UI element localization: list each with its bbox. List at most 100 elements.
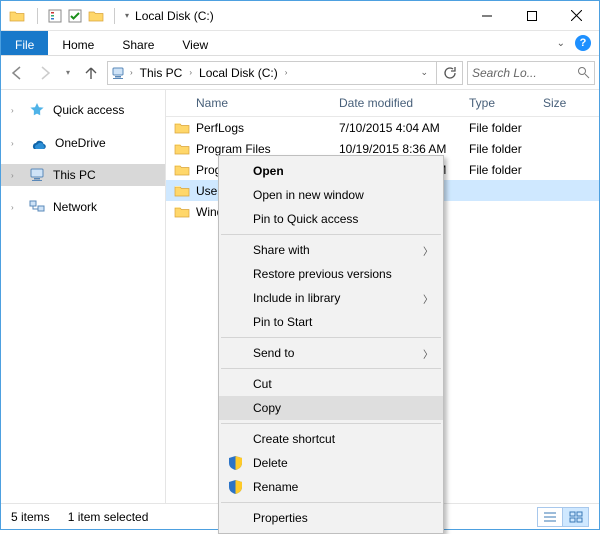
breadcrumb-root-icon[interactable]	[110, 66, 126, 80]
breadcrumb[interactable]: › This PC › Local Disk (C:) › ⌄	[107, 61, 463, 85]
context-menu-item[interactable]: Include in library〉	[219, 286, 443, 310]
maximize-button[interactable]	[509, 1, 554, 30]
column-date[interactable]: Date modified	[331, 90, 461, 116]
network-icon	[29, 200, 45, 214]
chevron-right-icon[interactable]: ›	[11, 139, 14, 148]
nav-label: Network	[53, 200, 97, 214]
nav-recent-dropdown[interactable]: ▾	[61, 61, 75, 85]
search-icon	[577, 66, 590, 79]
context-menu-label: Open	[253, 164, 284, 178]
file-type: File folder	[461, 121, 535, 135]
search-input[interactable]: Search Lo...	[467, 61, 595, 85]
nav-up-button[interactable]	[79, 61, 103, 85]
context-menu-item[interactable]: Restore previous versions	[219, 262, 443, 286]
folder-icon	[174, 142, 190, 155]
nav-label: Quick access	[53, 103, 124, 117]
folder-icon	[174, 205, 190, 218]
nav-back-button[interactable]	[5, 61, 29, 85]
context-menu-item[interactable]: Delete	[219, 451, 443, 475]
nav-onedrive[interactable]: › OneDrive	[1, 132, 165, 154]
nav-network[interactable]: › Network	[1, 196, 165, 218]
window-title: Local Disk (C:)	[129, 9, 464, 23]
tab-view[interactable]: View	[168, 31, 222, 55]
context-menu-label: Restore previous versions	[253, 267, 392, 281]
chevron-right-icon[interactable]: ›	[11, 106, 14, 115]
context-menu-item[interactable]: Rename	[219, 475, 443, 499]
context-menu-label: Pin to Start	[253, 315, 312, 329]
chevron-right-icon[interactable]: ›	[11, 171, 14, 180]
nav-forward-button[interactable]	[33, 61, 57, 85]
nav-label: This PC	[53, 168, 96, 182]
context-menu-separator	[221, 234, 441, 235]
context-menu-label: Send to	[253, 346, 294, 360]
title-bar: ▾ Local Disk (C:)	[1, 1, 599, 31]
column-name[interactable]: Name	[166, 90, 331, 116]
status-count: 5 items	[11, 510, 50, 524]
chevron-right-icon[interactable]: ›	[11, 203, 14, 212]
column-size[interactable]: Size	[535, 90, 599, 116]
context-menu-item[interactable]: Share with〉	[219, 238, 443, 262]
context-menu-label: Delete	[253, 456, 288, 470]
context-menu-label: Copy	[253, 401, 281, 415]
context-menu-item[interactable]: Send to〉	[219, 341, 443, 365]
nav-quick-access[interactable]: › Quick access	[1, 98, 165, 122]
folder-icon	[174, 121, 190, 134]
nav-this-pc[interactable]: › This PC	[1, 164, 165, 186]
close-button[interactable]	[554, 1, 599, 30]
context-menu-separator	[221, 502, 441, 503]
onedrive-icon	[29, 137, 47, 149]
ribbon-expand-icon[interactable]: ⌄	[557, 38, 565, 49]
ribbon-tabs: File Home Share View ⌄ ?	[1, 31, 599, 56]
address-bar: ▾ › This PC › Local Disk (C:) › ⌄ Search…	[1, 56, 599, 90]
status-selection: 1 item selected	[68, 510, 149, 524]
file-date: 10/19/2015 8:36 AM	[331, 142, 461, 156]
help-icon[interactable]: ?	[575, 35, 591, 51]
context-menu-item[interactable]: Open	[219, 159, 443, 183]
context-menu-label: Rename	[253, 480, 298, 494]
context-menu-separator	[221, 368, 441, 369]
folder-icon	[174, 163, 190, 176]
context-menu-label: Create shortcut	[253, 432, 335, 446]
address-dropdown-icon[interactable]: ⌄	[414, 67, 434, 78]
column-type[interactable]: Type	[461, 90, 535, 116]
file-name: PerfLogs	[196, 121, 244, 135]
breadcrumb-seg-0[interactable]: This PC	[137, 66, 186, 80]
minimize-button[interactable]	[464, 1, 509, 30]
chevron-right-icon[interactable]: ›	[283, 68, 290, 77]
file-row[interactable]: PerfLogs 7/10/2015 4:04 AMFile folder	[166, 117, 599, 138]
context-menu-item[interactable]: Copy	[219, 396, 443, 420]
context-menu-label: Open in new window	[253, 188, 364, 202]
context-menu-item[interactable]: Open in new window	[219, 183, 443, 207]
shield-icon	[227, 479, 243, 495]
view-details-button[interactable]	[537, 507, 563, 527]
qat-properties-icon[interactable]	[48, 9, 62, 23]
quick-access-toolbar: ▾	[33, 8, 129, 24]
chevron-right-icon: 〉	[423, 243, 433, 258]
file-date: 7/10/2015 4:04 AM	[331, 121, 461, 135]
context-menu-separator	[221, 337, 441, 338]
app-icon	[9, 9, 25, 22]
file-name: Program Files	[196, 142, 271, 156]
column-headers: Name Date modified Type Size	[166, 90, 599, 117]
nav-label: OneDrive	[55, 136, 106, 150]
chevron-right-icon[interactable]: ›	[128, 68, 135, 77]
qat-new-folder-icon[interactable]	[88, 9, 104, 22]
view-icons-button[interactable]	[563, 507, 589, 527]
context-menu-item[interactable]: Pin to Start	[219, 310, 443, 334]
refresh-button[interactable]	[436, 61, 460, 85]
context-menu-item[interactable]: Properties	[219, 506, 443, 530]
context-menu-separator	[221, 423, 441, 424]
context-menu-label: Properties	[253, 511, 308, 525]
tab-share[interactable]: Share	[108, 31, 168, 55]
context-menu-label: Include in library	[253, 291, 340, 305]
context-menu-item[interactable]: Pin to Quick access	[219, 207, 443, 231]
breadcrumb-seg-1[interactable]: Local Disk (C:)	[196, 66, 281, 80]
chevron-right-icon[interactable]: ›	[187, 68, 194, 77]
qat-check-icon[interactable]	[68, 9, 82, 23]
navigation-pane: › Quick access › OneDrive › This PC › Ne…	[1, 90, 166, 503]
tab-file[interactable]: File	[1, 31, 48, 55]
folder-icon	[174, 184, 190, 197]
context-menu-item[interactable]: Create shortcut	[219, 427, 443, 451]
tab-home[interactable]: Home	[48, 31, 108, 55]
context-menu-item[interactable]: Cut	[219, 372, 443, 396]
